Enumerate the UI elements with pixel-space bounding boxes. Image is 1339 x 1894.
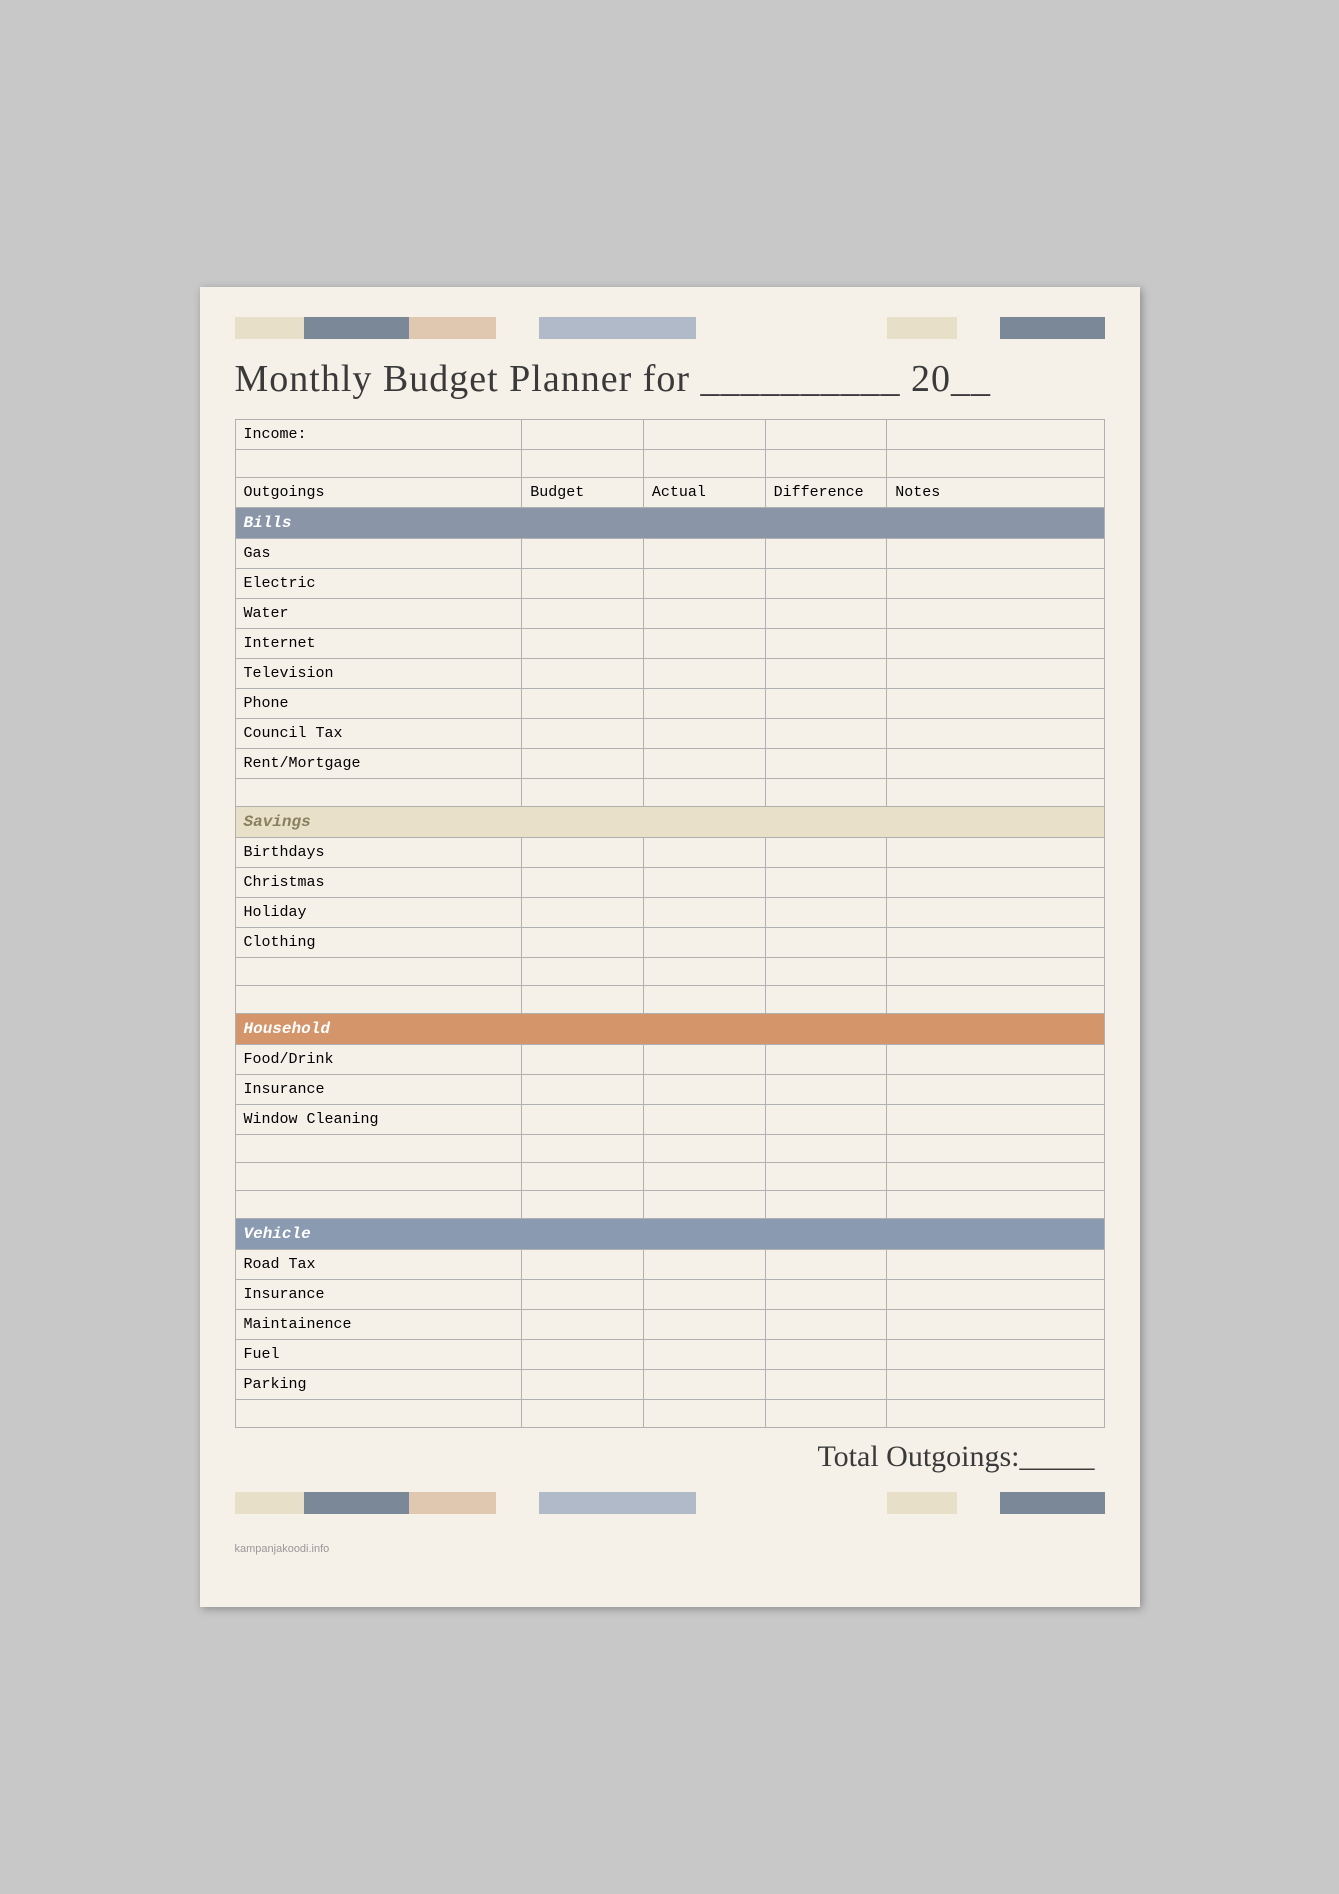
vehicle-empty-row — [235, 1400, 1104, 1428]
bills-label: Bills — [235, 508, 1104, 539]
table-row: Electric — [235, 569, 1104, 599]
item-insurance-household: Insurance — [235, 1075, 522, 1105]
savings-empty-row-1 — [235, 958, 1104, 986]
table-row: Rent/Mortgage — [235, 749, 1104, 779]
table-row: Christmas — [235, 868, 1104, 898]
bottom-color-strip — [235, 1492, 1105, 1514]
item-electric: Electric — [235, 569, 522, 599]
total-outgoings: Total Outgoings:_____ — [235, 1440, 1105, 1474]
household-empty-row-3 — [235, 1191, 1104, 1219]
column-header-row: Outgoings Budget Actual Difference Notes — [235, 478, 1104, 508]
item-food-drink: Food/Drink — [235, 1045, 522, 1075]
table-row: Parking — [235, 1370, 1104, 1400]
savings-empty-row-2 — [235, 986, 1104, 1014]
bills-section-header: Bills — [235, 508, 1104, 539]
item-television: Television — [235, 659, 522, 689]
table-row: Water — [235, 599, 1104, 629]
savings-section-header: Savings — [235, 807, 1104, 838]
table-row: Council Tax — [235, 719, 1104, 749]
table-row: Food/Drink — [235, 1045, 1104, 1075]
item-gas: Gas — [235, 539, 522, 569]
table-row: Gas — [235, 539, 1104, 569]
income-budget[interactable] — [522, 420, 644, 450]
income-label: Income: — [235, 420, 522, 450]
col-budget-header: Budget — [522, 478, 644, 508]
item-road-tax: Road Tax — [235, 1250, 522, 1280]
table-row: Birthdays — [235, 838, 1104, 868]
table-row: Insurance — [235, 1075, 1104, 1105]
table-row: Fuel — [235, 1340, 1104, 1370]
item-christmas: Christmas — [235, 868, 522, 898]
budget-table: Income: Outgoings Budget Actual Differen… — [235, 419, 1105, 1428]
watermark: kampanjakoodi.info — [235, 1543, 330, 1555]
income-notes[interactable] — [887, 420, 1104, 450]
col-notes-header: Notes — [887, 478, 1104, 508]
item-holiday: Holiday — [235, 898, 522, 928]
table-row: Holiday — [235, 898, 1104, 928]
item-rent-mortgage: Rent/Mortgage — [235, 749, 522, 779]
item-clothing: Clothing — [235, 928, 522, 958]
item-insurance-vehicle: Insurance — [235, 1280, 522, 1310]
table-row: Window Cleaning — [235, 1105, 1104, 1135]
income-empty-row — [235, 450, 1104, 478]
item-phone: Phone — [235, 689, 522, 719]
household-label: Household — [235, 1014, 1104, 1045]
item-parking: Parking — [235, 1370, 522, 1400]
table-row: Insurance — [235, 1280, 1104, 1310]
vehicle-section-header: Vehicle — [235, 1219, 1104, 1250]
table-row: Internet — [235, 629, 1104, 659]
table-row: Clothing — [235, 928, 1104, 958]
page-title: Monthly Budget Planner for __________ 20… — [235, 357, 1105, 401]
item-water: Water — [235, 599, 522, 629]
income-actual[interactable] — [643, 420, 765, 450]
household-empty-row-1 — [235, 1135, 1104, 1163]
bills-empty-row — [235, 779, 1104, 807]
top-color-strip — [235, 317, 1105, 339]
col-difference-header: Difference — [765, 478, 887, 508]
table-row: Television — [235, 659, 1104, 689]
vehicle-label: Vehicle — [235, 1219, 1104, 1250]
item-council-tax: Council Tax — [235, 719, 522, 749]
budget-planner-page: Monthly Budget Planner for __________ 20… — [200, 287, 1140, 1607]
table-row: Maintainence — [235, 1310, 1104, 1340]
item-birthdays: Birthdays — [235, 838, 522, 868]
savings-label: Savings — [235, 807, 1104, 838]
item-window-cleaning: Window Cleaning — [235, 1105, 522, 1135]
table-row: Road Tax — [235, 1250, 1104, 1280]
item-maintainence: Maintainence — [235, 1310, 522, 1340]
col-outgoings-header: Outgoings — [235, 478, 522, 508]
item-fuel: Fuel — [235, 1340, 522, 1370]
household-section-header: Household — [235, 1014, 1104, 1045]
item-internet: Internet — [235, 629, 522, 659]
income-difference[interactable] — [765, 420, 887, 450]
col-actual-header: Actual — [643, 478, 765, 508]
household-empty-row-2 — [235, 1163, 1104, 1191]
table-row: Phone — [235, 689, 1104, 719]
income-row: Income: — [235, 420, 1104, 450]
